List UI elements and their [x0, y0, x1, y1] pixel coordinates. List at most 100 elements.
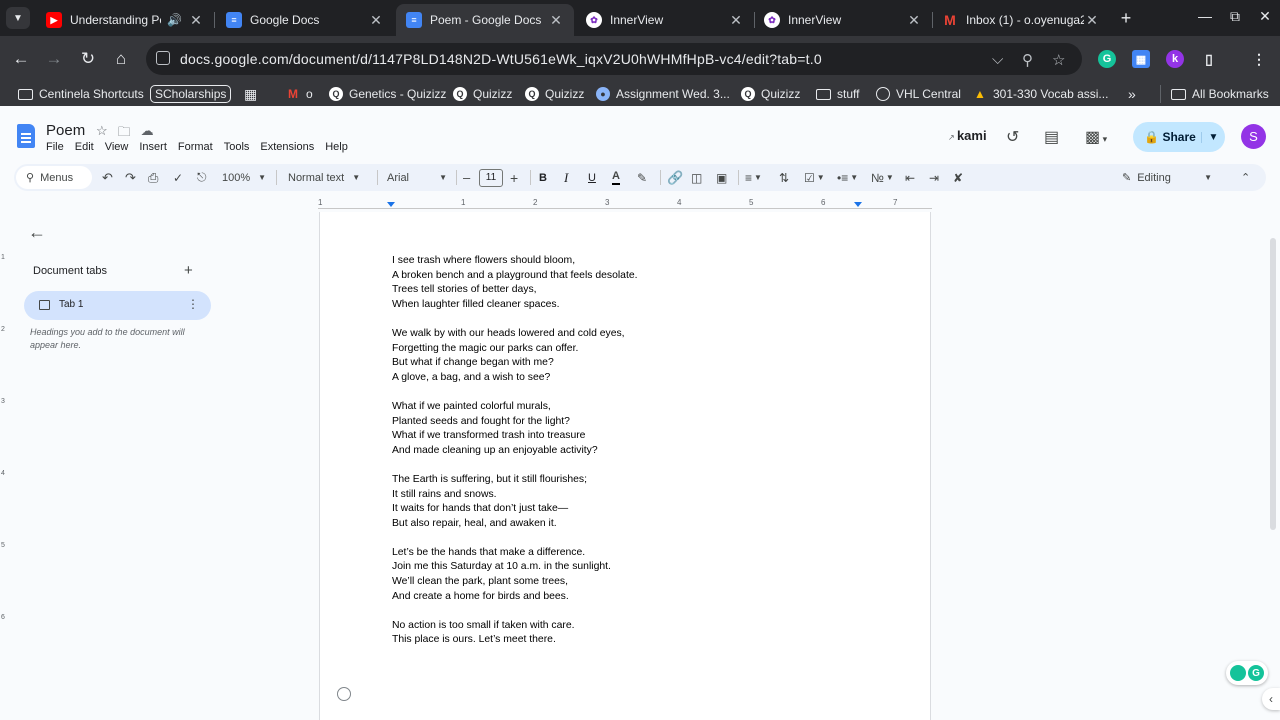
spellcheck-icon[interactable]: ✓: [173, 169, 183, 186]
print-icon[interactable]: ⎙: [148, 169, 158, 186]
more-vert-icon[interactable]: ⋮: [187, 297, 199, 311]
close-tab-icon[interactable]: ✕: [548, 12, 564, 29]
bookmark-quizizz-1[interactable]: Q Quizizz: [453, 85, 512, 103]
close-window-icon[interactable]: ✕: [1255, 8, 1275, 25]
close-outline-arrow-icon[interactable]: ←: [28, 222, 46, 243]
align-icon[interactable]: ≡ ▼: [745, 169, 762, 186]
italic-button[interactable]: I: [564, 169, 568, 186]
browser-tab-innerview[interactable]: ✿ InnerView ✕: [576, 4, 754, 36]
grammarly-extension-icon[interactable]: G: [1098, 50, 1116, 68]
browser-tab-innerview-2[interactable]: ✿ InnerView ✕: [754, 4, 932, 36]
bulleted-list-icon[interactable]: •≡ ▼: [837, 169, 858, 186]
increase-indent-icon[interactable]: ⇥: [929, 169, 939, 186]
reload-icon[interactable]: ↻: [77, 48, 99, 70]
puzzle-icon[interactable]: ▯: [1200, 50, 1218, 68]
close-tab-icon[interactable]: ✕: [728, 12, 744, 29]
decrease-indent-icon[interactable]: ⇤: [905, 169, 915, 186]
bookmark-star-icon[interactable]: ☆: [1052, 51, 1065, 69]
highlight-icon[interactable]: ✎: [637, 169, 647, 186]
insert-image-icon[interactable]: ▣: [716, 169, 727, 186]
add-tab-icon[interactable]: +: [184, 262, 193, 279]
avatar[interactable]: S: [1241, 124, 1266, 149]
left-indent-marker[interactable]: [387, 202, 395, 207]
document-title[interactable]: Poem: [46, 122, 85, 139]
bookmark-quizizz-2[interactable]: Q Quizizz: [525, 85, 584, 103]
bookmark-assignment[interactable]: ● Assignment Wed. 3...: [596, 85, 730, 103]
browser-tab-gmail[interactable]: M Inbox (1) - o.oyenuga2 ✕: [932, 4, 1110, 36]
bookmark-apps[interactable]: ▦: [244, 85, 257, 103]
meet-icon[interactable]: ▩ ▾: [1085, 127, 1107, 147]
extension-icon[interactable]: ▦: [1132, 50, 1150, 68]
menu-format[interactable]: Format: [178, 141, 213, 153]
bookmark-stuff[interactable]: stuff: [816, 85, 859, 103]
redo-icon[interactable]: ↷: [125, 169, 136, 186]
decrease-font-size-icon[interactable]: –: [463, 169, 470, 186]
menu-edit[interactable]: Edit: [75, 141, 94, 153]
browser-tab-poem[interactable]: ≡ Poem - Google Docs ✕: [396, 4, 574, 36]
zoom-icon[interactable]: ⚲: [1022, 51, 1033, 69]
restore-icon[interactable]: ⧉: [1225, 8, 1245, 25]
font-size-field[interactable]: 11: [479, 168, 503, 187]
scrollbar[interactable]: [1270, 238, 1276, 530]
version-history-icon[interactable]: ↺: [1006, 127, 1019, 147]
bold-button[interactable]: B: [539, 169, 547, 186]
browser-tab-youtube[interactable]: ▶ Understanding Pe 🔊 ✕: [36, 4, 214, 36]
grammarly-widget[interactable]: G: [1226, 661, 1268, 685]
speaker-icon[interactable]: 🔊: [167, 13, 182, 27]
menu-view[interactable]: View: [105, 141, 129, 153]
chevron-right-icon[interactable]: »: [1128, 85, 1136, 103]
clear-formatting-icon[interactable]: ✘: [953, 169, 963, 186]
checklist-icon[interactable]: ☑ ▼: [804, 169, 825, 186]
close-tab-icon[interactable]: ✕: [368, 12, 384, 29]
menu-file[interactable]: File: [46, 141, 64, 153]
document-page[interactable]: I see trash where flowers should bloom, A…: [319, 212, 931, 720]
numbered-list-icon[interactable]: № ▼: [871, 169, 894, 186]
url-text[interactable]: docs.google.com/document/d/1147P8LD148N2…: [180, 51, 822, 67]
bookmark-vhl-central[interactable]: VHL Central: [876, 85, 961, 103]
add-comment-icon[interactable]: ◫: [691, 169, 702, 186]
site-info-icon[interactable]: [156, 51, 170, 65]
underline-button[interactable]: U: [588, 169, 596, 186]
comments-icon[interactable]: ▤: [1044, 127, 1059, 147]
menu-extensions[interactable]: Extensions: [260, 141, 314, 153]
bookmark-scholarships[interactable]: SCholarships: [150, 85, 232, 103]
bookmark-quizizz-3[interactable]: Q Quizizz: [741, 85, 800, 103]
docs-logo-icon[interactable]: [17, 124, 35, 148]
bookmark-centinela[interactable]: Centinela Shortcuts: [18, 85, 144, 103]
side-panel-toggle-icon[interactable]: ‹: [1262, 688, 1280, 710]
paint-format-icon[interactable]: ⎋: [197, 169, 207, 186]
line-spacing-icon[interactable]: ⇅: [779, 169, 789, 186]
minimize-icon[interactable]: —: [1195, 8, 1215, 24]
right-indent-marker[interactable]: [854, 202, 862, 207]
kami-button[interactable]: ↗ kami: [948, 128, 987, 143]
zoom-select[interactable]: 100% ▼: [222, 169, 266, 186]
text-color-button[interactable]: A: [612, 169, 620, 186]
link-icon[interactable]: 🔗: [667, 169, 683, 186]
bookmark-gmail[interactable]: M o: [286, 85, 313, 103]
paragraph-style-select[interactable]: Normal text ▼: [288, 169, 360, 186]
omnibox[interactable]: docs.google.com/document/d/1147P8LD148N2…: [146, 43, 1082, 75]
bookmark-genetics-quizizz[interactable]: Q Genetics - Quizizz: [329, 85, 446, 103]
tab-search-button[interactable]: ▼: [6, 7, 30, 29]
browser-tab-google-docs[interactable]: ≡ Google Docs ✕: [216, 4, 394, 36]
new-tab-button[interactable]: +: [1116, 8, 1136, 28]
back-icon[interactable]: ←: [10, 48, 32, 70]
undo-icon[interactable]: ↶: [102, 169, 113, 186]
menu-help[interactable]: Help: [325, 141, 348, 153]
menu-insert[interactable]: Insert: [139, 141, 167, 153]
collapse-menus-icon[interactable]: ⌃: [1241, 169, 1250, 186]
forward-icon[interactable]: →: [43, 48, 65, 70]
horizontal-ruler[interactable]: 1 1 2 3 4 5 6 7: [318, 198, 932, 212]
close-tab-icon[interactable]: ✕: [1084, 12, 1100, 29]
menus-search[interactable]: ⚲ Menus: [16, 166, 92, 189]
increase-font-size-icon[interactable]: +: [510, 169, 518, 186]
font-select[interactable]: Arial ▼: [387, 169, 447, 186]
kami-extension-icon[interactable]: k: [1166, 50, 1184, 68]
editing-mode-select[interactable]: ✎ Editing ▼: [1122, 169, 1212, 186]
share-dropdown-icon[interactable]: ▼: [1201, 131, 1225, 143]
share-button[interactable]: 🔒 Share ▼: [1133, 122, 1225, 152]
close-tab-icon[interactable]: ✕: [906, 12, 922, 29]
close-tab-icon[interactable]: ✕: [188, 12, 204, 29]
document-body[interactable]: I see trash where flowers should bloom, A…: [392, 254, 852, 663]
bookmark-vocab[interactable]: ▲ 301-330 Vocab assi...: [973, 85, 1108, 103]
